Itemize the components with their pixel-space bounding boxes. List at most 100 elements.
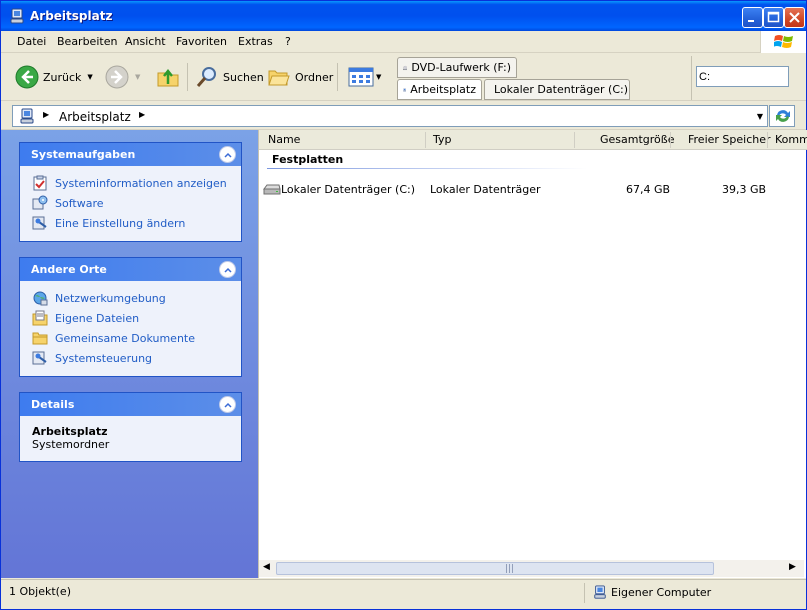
panel-other-places-header[interactable]: Andere Orte bbox=[20, 258, 241, 281]
address-bar: ▶ Arbeitsplatz ▶ ▼ bbox=[1, 102, 806, 130]
breadcrumb-my-computer[interactable]: Arbeitsplatz bbox=[59, 110, 131, 124]
column-total-size[interactable]: Gesamtgröße bbox=[600, 133, 674, 146]
computer-icon bbox=[594, 585, 606, 599]
place-network-label: Netzwerkumgebung bbox=[55, 291, 166, 305]
minimize-icon bbox=[748, 20, 754, 22]
back-dropdown-icon[interactable]: ▼ bbox=[87, 73, 92, 81]
menu-file[interactable]: Datei bbox=[15, 34, 48, 49]
panel-system-tasks: Systemaufgaben Systeminformationen anzei… bbox=[19, 142, 242, 242]
column-comment[interactable]: Komm bbox=[775, 133, 807, 146]
title-bar[interactable]: Arbeitsplatz bbox=[1, 1, 806, 31]
refresh-button[interactable] bbox=[769, 105, 795, 127]
forward-button[interactable]: ▼ bbox=[105, 63, 140, 91]
place-network[interactable]: Netzwerkumgebung bbox=[32, 288, 241, 308]
column-free-space[interactable]: Freier Speicher bbox=[688, 133, 771, 146]
menu-tools[interactable]: Extras bbox=[236, 34, 275, 49]
window-title: Arbeitsplatz bbox=[30, 9, 113, 23]
group-divider bbox=[267, 168, 587, 169]
tab-local-disk-c[interactable]: Lokaler Datenträger (C:) bbox=[484, 79, 630, 100]
folders-label: Ordner bbox=[295, 70, 334, 84]
task-change-setting[interactable]: Eine Einstellung ändern bbox=[32, 213, 241, 233]
back-button[interactable]: Zurück ▼ bbox=[15, 63, 93, 91]
menu-edit[interactable]: Bearbeiten bbox=[55, 34, 119, 49]
network-globe-icon bbox=[33, 291, 48, 306]
drive-tabs: DVD-Laufwerk (F:) Arbeitsplatz Lokaler D… bbox=[396, 56, 691, 100]
details-type: Systemordner bbox=[32, 438, 110, 451]
toolbar: Zurück ▼ ▼ Suchen Ordner ▼ DVD-Laufwerk bbox=[1, 54, 806, 101]
menu-help[interactable]: ? bbox=[283, 34, 293, 49]
place-shared-documents[interactable]: Gemeinsame Dokumente bbox=[32, 328, 241, 348]
panel-title: Andere Orte bbox=[31, 263, 107, 276]
maximize-icon bbox=[767, 11, 780, 23]
dvd-drive-icon bbox=[403, 65, 408, 70]
place-my-documents-label: Eigene Dateien bbox=[55, 311, 140, 325]
up-button[interactable] bbox=[156, 63, 180, 91]
row-free-space: 39,3 GB bbox=[722, 183, 767, 196]
computer-icon bbox=[403, 87, 406, 92]
task-software-label: Software bbox=[55, 196, 104, 210]
close-icon bbox=[789, 12, 800, 23]
horizontal-scrollbar[interactable]: ◀ ||| ▶ bbox=[259, 560, 804, 577]
scroll-right-icon[interactable]: ▶ bbox=[789, 562, 796, 572]
column-name[interactable]: Name bbox=[268, 133, 300, 146]
place-shared-documents-label: Gemeinsame Dokumente bbox=[55, 331, 195, 345]
search-button[interactable]: Suchen bbox=[195, 63, 264, 91]
quick-address-input[interactable] bbox=[696, 66, 789, 87]
tab-local-disk-c-label: Lokaler Datenträger (C:) bbox=[494, 83, 629, 96]
views-dropdown-icon: ▼ bbox=[376, 73, 382, 81]
computer-icon bbox=[9, 8, 25, 24]
folder-up-icon bbox=[157, 68, 179, 87]
file-list: Name Typ Gesamtgröße Freier Speicher Kom… bbox=[258, 130, 807, 578]
tab-dvd-drive[interactable]: DVD-Laufwerk (F:) bbox=[397, 57, 517, 78]
panel-other-places: Andere Orte Netzwerkumgebung Eigene Date… bbox=[19, 257, 242, 377]
tab-my-computer[interactable]: Arbeitsplatz bbox=[397, 79, 482, 100]
panel-details-header[interactable]: Details bbox=[20, 393, 241, 416]
folders-button[interactable]: Ordner bbox=[267, 63, 333, 91]
back-arrow-icon bbox=[15, 65, 39, 89]
computer-icon bbox=[19, 108, 35, 127]
search-icon bbox=[196, 67, 216, 87]
collapse-icon[interactable] bbox=[219, 146, 236, 163]
views-button[interactable]: ▼ bbox=[348, 63, 381, 91]
maximize-button[interactable] bbox=[763, 7, 784, 28]
status-object-count: 1 Objekt(e) bbox=[9, 585, 71, 598]
task-pane: Systemaufgaben Systeminformationen anzei… bbox=[1, 130, 258, 578]
forward-dropdown-icon[interactable]: ▼ bbox=[135, 73, 140, 81]
table-row[interactable]: Lokaler Datenträger (C:) Lokaler Datentr… bbox=[259, 182, 807, 198]
breadcrumb-separator-icon[interactable]: ▶ bbox=[139, 110, 145, 119]
collapse-icon[interactable] bbox=[219, 396, 236, 413]
scroll-thumb[interactable]: ||| bbox=[276, 562, 714, 575]
status-zone: Eigener Computer bbox=[593, 584, 711, 600]
clipboard-check-icon bbox=[33, 175, 47, 191]
address-dropdown-icon[interactable]: ▼ bbox=[757, 112, 763, 121]
panel-system-tasks-header[interactable]: Systemaufgaben bbox=[20, 143, 241, 166]
windows-logo bbox=[760, 31, 806, 53]
address-field[interactable]: ▶ Arbeitsplatz ▶ ▼ bbox=[12, 105, 768, 127]
place-control-panel-label: Systemsteuerung bbox=[55, 351, 153, 365]
column-type[interactable]: Typ bbox=[433, 133, 452, 146]
task-system-info[interactable]: Systeminformationen anzeigen bbox=[32, 173, 241, 193]
status-bar: 1 Objekt(e) Eigener Computer bbox=[1, 579, 806, 609]
minimize-button[interactable] bbox=[742, 7, 763, 28]
search-label: Suchen bbox=[223, 70, 264, 84]
place-my-documents[interactable]: Eigene Dateien bbox=[32, 308, 241, 328]
tab-my-computer-label: Arbeitsplatz bbox=[410, 83, 476, 96]
close-button[interactable] bbox=[784, 7, 805, 28]
breadcrumb-separator-icon[interactable]: ▶ bbox=[43, 110, 49, 119]
place-control-panel[interactable]: Systemsteuerung bbox=[32, 348, 241, 368]
task-software[interactable]: Software bbox=[32, 193, 241, 213]
collapse-icon[interactable] bbox=[219, 261, 236, 278]
menu-view[interactable]: Ansicht bbox=[123, 34, 168, 49]
scroll-left-icon[interactable]: ◀ bbox=[263, 562, 270, 572]
folder-icon bbox=[32, 332, 48, 345]
windows-flag-icon bbox=[774, 35, 793, 48]
status-zone-label: Eigener Computer bbox=[611, 585, 712, 599]
group-header: Festplatten bbox=[272, 153, 344, 166]
row-type: Lokaler Datenträger bbox=[430, 183, 541, 196]
panel-title: Details bbox=[31, 398, 75, 411]
task-change-setting-label: Eine Einstellung ändern bbox=[55, 216, 186, 230]
row-name: Lokaler Datenträger (C:) bbox=[281, 183, 416, 196]
my-documents-icon bbox=[32, 310, 48, 326]
menu-favorites[interactable]: Favoriten bbox=[174, 34, 229, 49]
column-headers: Name Typ Gesamtgröße Freier Speicher Kom… bbox=[259, 130, 807, 150]
